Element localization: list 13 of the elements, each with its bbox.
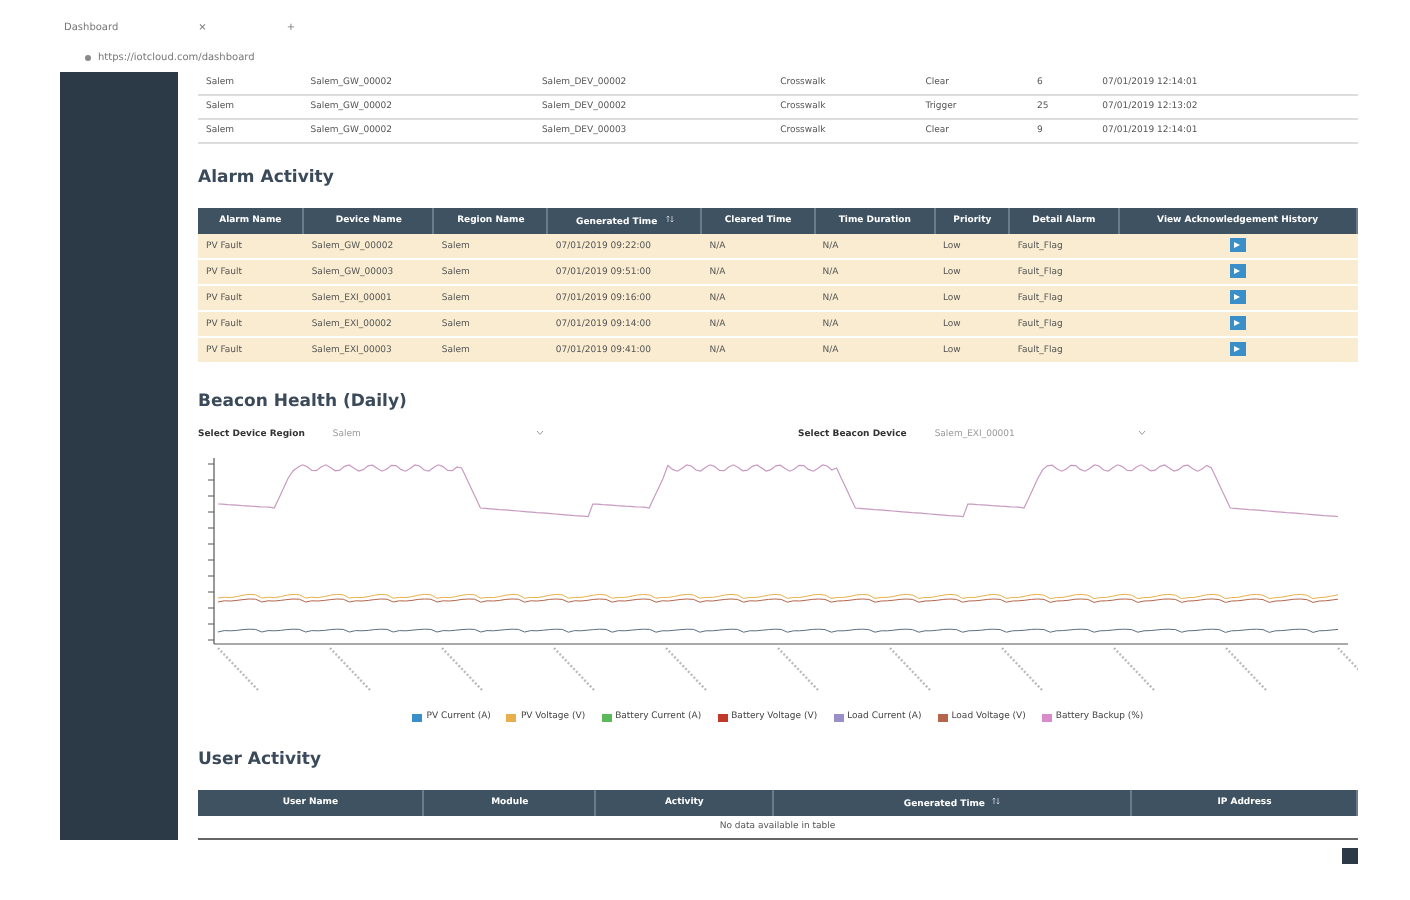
view-history-button[interactable] [1229,342,1246,356]
section-title: Beacon Health (Daily) [198,392,409,412]
section-title: Alarm Activity [198,168,336,188]
view-history-button[interactable] [1229,238,1246,252]
sort-icon[interactable] [665,214,674,224]
sort-icon[interactable] [992,796,1001,806]
view-history-button[interactable] [1229,264,1246,278]
view-history-button[interactable] [1229,290,1246,304]
view-history-button[interactable] [1229,316,1246,330]
lock-icon [84,53,92,61]
caret-icon [1138,430,1147,436]
section-title: User Activity [198,750,324,770]
caret-icon [536,430,545,436]
